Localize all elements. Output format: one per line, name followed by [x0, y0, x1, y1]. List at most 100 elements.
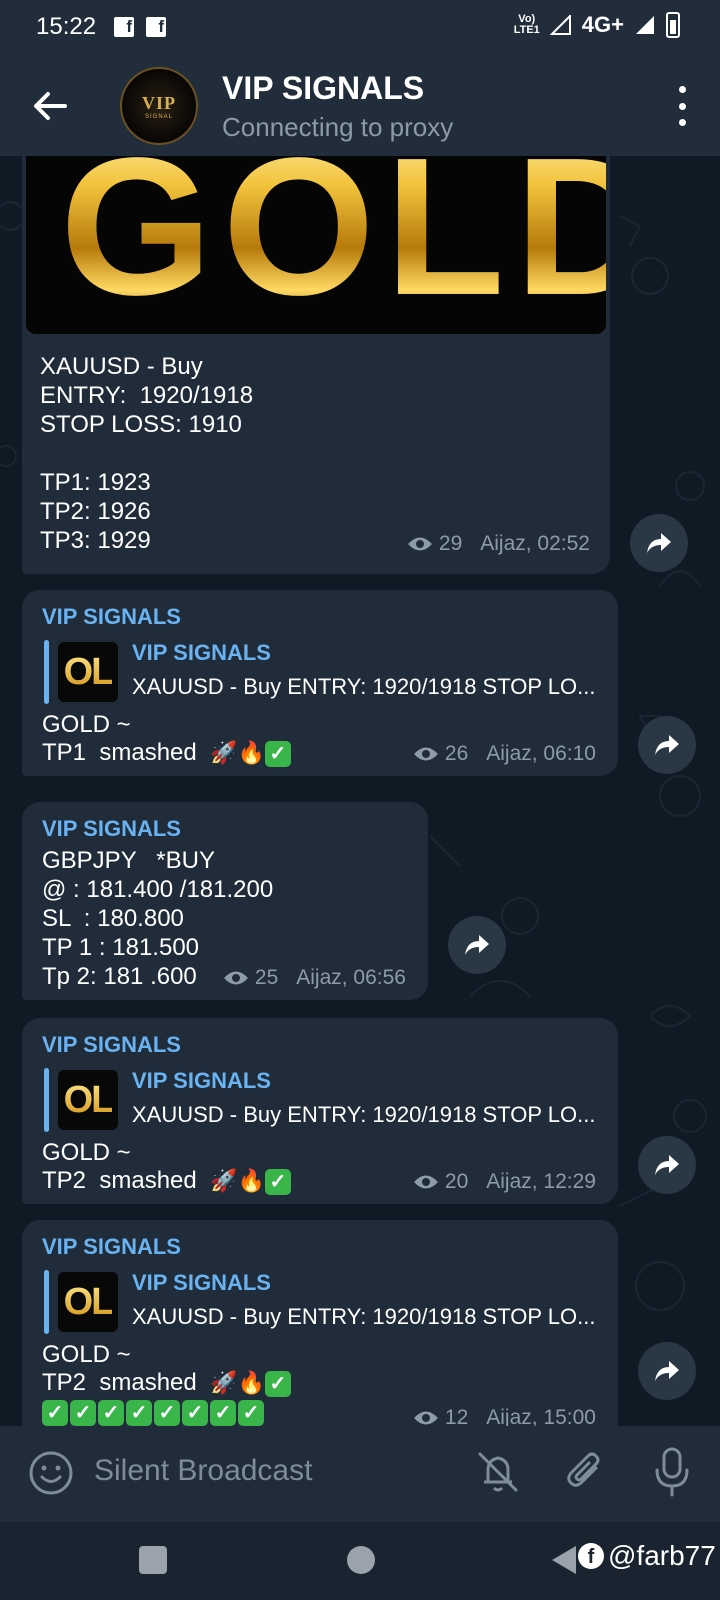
forward-icon: [465, 935, 489, 955]
reply-thumbnail: OL: [58, 1070, 118, 1130]
message-text: TP2 smashed 🚀🔥 ✓: [42, 1368, 293, 1397]
message-text: TP2 smashed 🚀🔥 ✓: [42, 1166, 293, 1195]
emoji-button[interactable]: [28, 1450, 74, 1496]
reply-preview[interactable]: OL VIP SIGNALS XAUUSD - Buy ENTRY: 1920/…: [44, 1270, 604, 1334]
author-time: Aijaz, 06:10: [486, 742, 596, 765]
reply-thumb-text: OL: [63, 1280, 115, 1323]
attach-button[interactable]: [562, 1448, 610, 1496]
view-count: 26: [444, 742, 469, 765]
recents-button[interactable]: [139, 1546, 167, 1574]
reply-preview[interactable]: OL VIP SIGNALS XAUUSD - Buy ENTRY: 1920/…: [44, 640, 604, 704]
sender-name[interactable]: VIP SIGNALS: [42, 1032, 181, 1058]
watermark-text: @farb77: [608, 1540, 716, 1571]
system-nav-bar: f @farb77: [0, 1522, 720, 1600]
eye-icon: [223, 971, 248, 985]
emoji: 🚀🔥: [210, 1168, 265, 1193]
back-button[interactable]: [28, 84, 72, 128]
reply-thumb-text: OL: [63, 650, 115, 693]
sender-name[interactable]: VIP SIGNALS: [42, 816, 181, 842]
message-line: TP2 smashed: [42, 1167, 197, 1194]
message-meta: 29 Aijaz, 02:52: [407, 532, 590, 556]
bell-off-icon: [478, 1452, 518, 1492]
check-emoji: ✓: [210, 1400, 236, 1426]
author-time: Aijaz, 12:29: [486, 1170, 596, 1193]
share-button[interactable]: [448, 916, 506, 974]
reply-bar: [44, 1270, 49, 1334]
more-options-button[interactable]: [674, 86, 690, 126]
message-line: TP2 smashed: [42, 1369, 197, 1396]
message-bubble[interactable]: VIP SIGNALS GBPJPY *BUY @ : 181.400 /181…: [22, 802, 428, 1000]
status-time: 15:22: [36, 13, 97, 40]
sender-name[interactable]: VIP SIGNALS: [42, 1234, 181, 1260]
eye-icon: [413, 1175, 438, 1189]
message-input[interactable]: Silent Broadcast: [94, 1454, 312, 1488]
gold-photo[interactable]: GOLD: [26, 156, 606, 334]
smiley-icon: [29, 1451, 73, 1495]
facebook-logo-icon: f: [578, 1543, 604, 1569]
status-icons: Vo) LTE1 4G+: [514, 12, 680, 38]
share-button[interactable]: [638, 1136, 696, 1194]
sender-name[interactable]: VIP SIGNALS: [42, 604, 181, 630]
channel-avatar[interactable]: VIP SIGNAL: [120, 67, 198, 145]
arrow-left-icon: [34, 92, 67, 120]
message-text: GOLD ~: [42, 1340, 131, 1369]
message-meta: 20 Aijaz, 12:29: [413, 1170, 596, 1194]
reply-bar: [44, 640, 49, 704]
message-bubble[interactable]: GOLD XAUUSD - Buy ENTRY: 1920/1918 STOP …: [22, 156, 610, 574]
more-dot: [678, 86, 686, 93]
author-time: Aijaz, 15:00: [486, 1406, 596, 1426]
view-count: 12: [444, 1406, 469, 1426]
check-emoji: ✓: [182, 1400, 208, 1426]
forward-icon: [647, 533, 671, 553]
share-button[interactable]: [638, 1342, 696, 1400]
reply-preview[interactable]: OL VIP SIGNALS XAUUSD - Buy ENTRY: 1920/…: [44, 1068, 604, 1132]
system-back-button[interactable]: [552, 1546, 576, 1574]
status-bar: 15:22 f f Vo) LTE1 4G+: [0, 0, 720, 54]
message-text: GOLD ~: [42, 1138, 131, 1167]
eye-icon: [413, 747, 438, 761]
message-bubble[interactable]: VIP SIGNALS OL VIP SIGNALS XAUUSD - Buy …: [22, 1018, 618, 1204]
more-dot: [678, 119, 686, 126]
emoji: 🚀🔥: [210, 1370, 265, 1395]
home-button[interactable]: [347, 1546, 375, 1574]
eye-icon: [407, 537, 432, 551]
check-emoji: ✓: [42, 1400, 68, 1426]
message-meta: 12 Aijaz, 15:00: [413, 1406, 596, 1426]
reply-title: VIP SIGNALS: [132, 640, 271, 665]
emoji: 🚀🔥: [210, 740, 265, 765]
message-line: GOLD ~: [42, 1341, 131, 1368]
avatar-text: VIP: [142, 92, 176, 113]
connection-status: Connecting to proxy: [222, 112, 454, 142]
reply-title: VIP SIGNALS: [132, 1270, 271, 1295]
message-text: XAUUSD - Buy ENTRY: 1920/1918 STOP LOSS:…: [40, 353, 254, 554]
message-bubble[interactable]: VIP SIGNALS OL VIP SIGNALS XAUUSD - Buy …: [22, 1220, 618, 1426]
reply-bar: [44, 1068, 49, 1132]
channel-title[interactable]: VIP SIGNALS: [222, 70, 424, 107]
reply-thumb-text: OL: [63, 1078, 115, 1121]
message-line: TP1 smashed: [42, 739, 197, 766]
author-time: Aijaz, 02:52: [480, 532, 590, 555]
share-button[interactable]: [638, 716, 696, 774]
check-emoji: ✓: [70, 1400, 96, 1426]
message-text: TP1 smashed 🚀🔥 ✓: [42, 738, 293, 767]
chat-area[interactable]: GOLD XAUUSD - Buy ENTRY: 1920/1918 STOP …: [0, 156, 720, 1426]
message-text: GOLD ~: [42, 710, 131, 739]
view-count: 29: [438, 532, 463, 555]
share-button[interactable]: [630, 514, 688, 572]
message-bubble[interactable]: VIP SIGNALS OL VIP SIGNALS XAUUSD - Buy …: [22, 590, 618, 776]
more-dot: [678, 102, 686, 110]
check-emoji: ✓: [238, 1400, 264, 1426]
signal-icon: [549, 15, 571, 35]
avatar-subtext: SIGNAL: [144, 113, 173, 120]
reply-text: XAUUSD - Buy ENTRY: 1920/1918 STOP LO...: [132, 674, 596, 699]
voice-message-button[interactable]: [652, 1446, 692, 1498]
message-meta: 26 Aijaz, 06:10: [413, 742, 596, 766]
check-emoji: ✓: [154, 1400, 180, 1426]
reply-thumbnail: OL: [58, 1272, 118, 1332]
view-count: 20: [444, 1170, 469, 1193]
facebook-notification-icon: f: [146, 17, 167, 37]
message-meta: 25 Aijaz, 06:56: [223, 966, 406, 990]
silent-broadcast-button[interactable]: [474, 1448, 522, 1496]
message-line: GOLD ~: [42, 1139, 131, 1166]
view-count: 25: [254, 966, 279, 989]
